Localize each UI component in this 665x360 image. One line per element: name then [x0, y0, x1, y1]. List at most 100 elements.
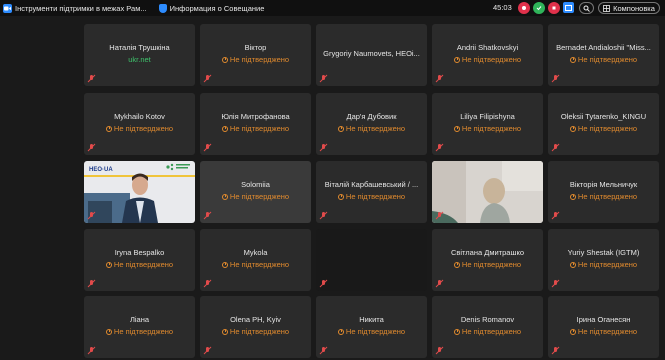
participant-tile[interactable]: Oleksii Tytarenko_KINGU Не підтверджено [548, 93, 659, 155]
participant-name: Mykola [243, 248, 268, 257]
participant-video-tile[interactable] [316, 229, 427, 291]
muted-mic-icon [319, 143, 328, 152]
muted-mic-icon [203, 211, 212, 220]
clock-icon [337, 125, 344, 132]
participant-tile[interactable]: Вікторія Мельничук Не підтверджено [548, 161, 659, 223]
record-icon[interactable] [518, 2, 530, 14]
participant-name: Віталій Карбашевський / ... [324, 180, 419, 189]
participant-name: Grygoriy Naumovets, HEOi... [323, 49, 420, 58]
participant-status: Не підтверджено [552, 55, 655, 64]
participant-name: Mykhailo Kotov [114, 112, 165, 121]
participant-status: Не підтверджено [552, 192, 655, 201]
clock-icon [569, 125, 576, 132]
zoom-logo-icon [3, 3, 12, 13]
share-icon[interactable] [563, 2, 574, 13]
participant-tile[interactable]: Дар'я Дубовик Не підтверджено [316, 93, 427, 155]
participant-name: Liliya Filipishyna [460, 112, 515, 121]
clock-icon [569, 193, 576, 200]
participant-status: Не підтверджено [320, 192, 423, 201]
muted-mic-icon [87, 143, 96, 152]
participant-name: Denis Romanov [460, 315, 515, 324]
tab-title: Інструменти підтримки в межах Рам... [15, 3, 147, 13]
participant-status: Не підтверджено [552, 124, 655, 133]
participant-name: Вікторія Мельничук [569, 180, 638, 189]
tab-meeting-info[interactable]: Информация о Совещание [158, 3, 265, 13]
participant-tile[interactable]: Andrii Shatkovskyi Не підтверджено [432, 24, 543, 86]
participant-tile[interactable]: Mykola Не підтверджено [200, 229, 311, 291]
participant-name: Юлія Митрофанова [221, 112, 290, 121]
muted-mic-icon [551, 143, 560, 152]
participant-tile[interactable]: Olena PH, Kyiv Не підтверджено [200, 296, 311, 358]
participant-name: Дар'я Дубовик [346, 112, 397, 121]
muted-mic-icon [551, 279, 560, 288]
participant-name: Yuriy Shestak (IGTM) [567, 248, 640, 257]
participant-tile[interactable]: Mykhailo Kotov Не підтверджено [84, 93, 195, 155]
participant-status: Не підтверджено [436, 55, 539, 64]
participant-tile[interactable]: Никита Не підтверджено [316, 296, 427, 358]
participant-status: Не підтверджено [320, 124, 423, 133]
clock-icon [221, 261, 228, 268]
participant-status: Не підтверджено [88, 124, 191, 133]
grid-icon [603, 4, 610, 12]
participant-tile[interactable]: Yuriy Shestak (IGTM) Не підтверджено [548, 229, 659, 291]
participant-tile[interactable]: Solomiia Не підтверджено [200, 161, 311, 223]
participant-status: Не підтверджено [204, 124, 307, 133]
participant-name: Olena PH, Kyiv [230, 315, 281, 324]
clock-icon [453, 261, 460, 268]
clock-icon [221, 328, 228, 335]
participant-name: Ірина Оганесян [576, 315, 631, 324]
participant-tile[interactable]: Ліана Не підтверджено [84, 296, 195, 358]
muted-mic-icon [87, 279, 96, 288]
muted-mic-icon [435, 143, 444, 152]
participant-video-tile[interactable] [432, 161, 543, 223]
tab-support-tools[interactable]: Інструменти підтримки в межах Рам... [3, 3, 147, 13]
participant-tile[interactable]: Наталія Трушкіна ukr.net [84, 24, 195, 86]
muted-mic-icon [203, 279, 212, 288]
participant-tile[interactable]: Liliya Filipishyna Не підтверджено [432, 93, 543, 155]
stop-icon[interactable] [548, 2, 560, 14]
participant-name: Bernadet Andialoshii "Miss... [556, 43, 651, 52]
clock-icon [337, 193, 344, 200]
muted-mic-icon [319, 279, 328, 288]
clock-icon [569, 56, 576, 63]
muted-mic-icon [203, 346, 212, 355]
participant-tile[interactable]: Віталій Карбашевський / ... Не підтвердж… [316, 161, 427, 223]
participant-tile[interactable]: Світлана Дмитрашко Не підтверджено [432, 229, 543, 291]
layout-label: Компоновка [613, 3, 655, 13]
muted-mic-icon [87, 74, 96, 83]
participant-tile[interactable]: Bernadet Andialoshii "Miss... Не підтвер… [548, 24, 659, 86]
clock-icon [569, 328, 576, 335]
muted-mic-icon [87, 346, 96, 355]
participant-name: Світлана Дмитрашко [450, 248, 525, 257]
participant-status: Не підтверджено [204, 192, 307, 201]
clock-icon [453, 56, 460, 63]
layout-button[interactable]: Компоновка [598, 2, 660, 14]
muted-mic-icon [435, 74, 444, 83]
participant-tile[interactable]: Iryna Bespalko Не підтверджено [84, 229, 195, 291]
title-bar: Інструменти підтримки в межах Рам... Инф… [0, 0, 665, 16]
clock-icon [337, 328, 344, 335]
shield-icon [158, 3, 167, 13]
muted-mic-icon [551, 211, 560, 220]
participant-status: Не підтверджено [204, 55, 307, 64]
participant-name: Наталія Трушкіна [109, 43, 170, 52]
participant-name: Iryna Bespalko [114, 248, 165, 257]
muted-mic-icon [435, 346, 444, 355]
participant-tile[interactable]: Юлія Митрофанова Не підтверджено [200, 93, 311, 155]
participant-status: Не підтверджено [88, 260, 191, 269]
zoom-icon[interactable] [579, 2, 594, 14]
participant-video-tile[interactable]: HEO·UA [84, 161, 195, 223]
participant-tile[interactable]: Віктор Не підтверджено [200, 24, 311, 86]
tab-title: Информация о Совещание [169, 3, 265, 13]
participant-tile[interactable]: Grygoriy Naumovets, HEOi... [316, 24, 427, 86]
participant-status: Не підтверджено [88, 327, 191, 336]
participant-tile[interactable]: Denis Romanov Не підтверджено [432, 296, 543, 358]
video-feed [432, 161, 543, 223]
clock-icon [569, 261, 576, 268]
security-icon[interactable] [533, 2, 545, 14]
participant-tile[interactable]: Ірина Оганесян Не підтверджено [548, 296, 659, 358]
muted-mic-icon [435, 279, 444, 288]
participant-status: Не підтверджено [320, 327, 423, 336]
clock-icon [453, 125, 460, 132]
participant-status: Не підтверджено [436, 260, 539, 269]
